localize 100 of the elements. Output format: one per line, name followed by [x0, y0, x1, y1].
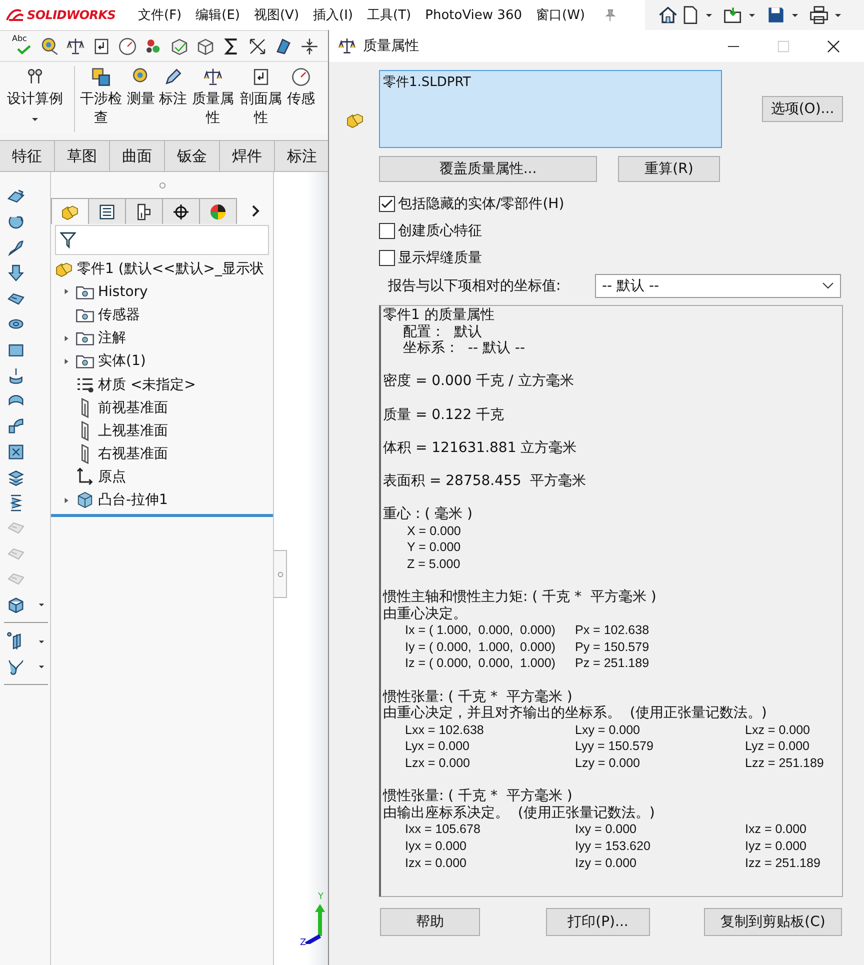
override-button[interactable]: 覆盖质量属性... [379, 156, 597, 182]
report-line: 质量 = 0.122 千克 [383, 406, 506, 424]
menu-item[interactable]: PhotoView 360 [425, 8, 522, 22]
caret-icon[interactable] [38, 638, 45, 645]
axis-label: Y [318, 892, 324, 902]
panel-collapse-handle[interactable] [274, 550, 287, 598]
expander-icon[interactable] [62, 334, 70, 342]
ribbon-button[interactable]: 干涉检查 [79, 66, 123, 128]
axis-label: Z [300, 938, 306, 948]
footer-button[interactable]: 复制到剪贴板(C) [704, 908, 842, 936]
recalculate-button[interactable]: 重算(R) [618, 156, 720, 182]
ribbon-button[interactable]: 传感 [287, 66, 315, 109]
report-value: Ixx = 105.678 [405, 821, 482, 838]
expander-icon[interactable] [62, 358, 70, 365]
ribbon-button[interactable]: 质量属性 [191, 66, 235, 128]
panel-tab[interactable] [199, 198, 237, 224]
tree-item[interactable]: 右视基准面 [98, 445, 168, 464]
report-value: Pz = 251.189 [575, 655, 650, 672]
report-line: 由输出座标系决定。 (使用正张量记数法。) [383, 804, 656, 822]
tree-item[interactable]: 原点 [98, 468, 126, 486]
menu-item[interactable]: 编辑(E) [196, 6, 240, 24]
selection-list[interactable]: 零件1.SLDPRT [379, 70, 722, 148]
report-line: 由重心决定。 [383, 606, 468, 622]
cube-icon [75, 490, 95, 510]
report-value: Ix = ( 1.000, 0.000, 0.000) [405, 622, 556, 639]
report-value: Py = 150.579 [575, 638, 650, 656]
report-value: Izy = 0.000 [575, 854, 638, 872]
list-item[interactable]: 零件1.SLDPRT [383, 75, 471, 90]
grip-icon[interactable] [158, 182, 166, 188]
tree-item[interactable]: History [98, 284, 148, 300]
footer-button[interactable]: 打印(P)... [546, 908, 650, 936]
report-value: Ixy = 0.000 [575, 821, 638, 838]
menu-item[interactable]: 窗口(W) [536, 6, 585, 24]
report-value: Lxy = 0.000 [575, 722, 641, 738]
command-tab[interactable]: 焊件 [220, 141, 275, 171]
command-tab[interactable]: 特征 [0, 141, 55, 171]
caret-icon[interactable] [748, 11, 756, 19]
expander-icon[interactable] [62, 288, 70, 296]
caret-icon[interactable] [38, 601, 45, 608]
ribbon-button[interactable]: 剖面属性 [239, 66, 283, 128]
app-logo: SOLIDWORKS [27, 8, 116, 22]
checkbox-label[interactable]: 创建质心特征 [398, 222, 482, 240]
tree-item[interactable]: 注解 [98, 329, 126, 348]
expander-icon[interactable] [62, 496, 70, 504]
menu-item[interactable]: 工具(T) [367, 6, 412, 24]
caret-icon[interactable] [38, 663, 45, 670]
checkbox[interactable] [379, 196, 395, 212]
report-line: 由重心决定，并且对齐输出的坐标系。 (使用正张量记数法。) [383, 705, 768, 722]
tree-item[interactable]: 凸台-拉伸1 [98, 491, 168, 510]
tree-item[interactable]: 前视基准面 [98, 398, 168, 417]
panel-tab[interactable] [88, 198, 126, 224]
command-tab[interactable]: 曲面 [110, 141, 165, 171]
checkbox[interactable] [379, 222, 395, 238]
ribbon-button[interactable]: 设计算例 [0, 66, 70, 123]
home-icon[interactable] [657, 4, 679, 26]
plane-icon [81, 398, 89, 418]
menu-item[interactable]: 文件(F) [138, 6, 182, 24]
options-button[interactable]: 选项(O)... [762, 96, 843, 122]
checkbox-label[interactable]: 显示焊缝质量 [398, 248, 482, 266]
tree-item[interactable]: 材质 <未指定> [98, 376, 196, 394]
coordinate-dropdown[interactable]: -- 默认 -- [595, 274, 841, 298]
printer-icon[interactable] [808, 4, 830, 26]
bent-pipe-icon[interactable] [6, 416, 26, 436]
filter-field[interactable] [55, 225, 269, 255]
tape-measure-icon[interactable] [39, 36, 60, 56]
tree-item[interactable]: 上视基准面 [98, 422, 168, 440]
caret-icon[interactable] [31, 115, 39, 123]
report-value: Ixz = 0.000 [745, 821, 808, 838]
checkbox[interactable] [379, 250, 395, 266]
tree-item[interactable]: 零件1 (默认<<默认>_显示状 [77, 260, 264, 278]
menu-item[interactable]: 视图(V) [254, 6, 300, 24]
footer-button[interactable]: 帮助 [380, 908, 480, 936]
caret-icon[interactable] [834, 11, 842, 19]
gauge-icon [290, 66, 312, 88]
tree-item[interactable]: 传感器 [98, 306, 140, 324]
rollback-bar[interactable] [51, 514, 273, 518]
report-value: Iz = ( 0.000, 0.000, 1.000) [405, 655, 556, 672]
ribbon-button[interactable]: 测量 [127, 66, 155, 109]
split-arrows-icon[interactable] [299, 36, 320, 56]
command-tab[interactable]: 草图 [55, 141, 110, 171]
menu-item[interactable]: 插入(I) [313, 6, 354, 24]
report-line: 体积 = 121631.881 立方毫米 [383, 440, 578, 456]
panel-tab[interactable] [125, 198, 163, 224]
close-icon[interactable] [827, 40, 840, 52]
report-value: Y = 0.000 [406, 539, 462, 556]
balance-scale-icon [202, 66, 224, 88]
tree-item[interactable]: 实体(1) [98, 352, 146, 370]
gauge-icon[interactable] [117, 36, 138, 56]
ribbon-button[interactable]: 标注 [159, 66, 187, 109]
filter-icon [60, 231, 76, 249]
command-tab[interactable]: 钣金 [165, 141, 220, 171]
report-value: Iyz = 0.000 [745, 838, 808, 855]
caret-icon[interactable] [791, 11, 799, 19]
caret-icon[interactable] [705, 11, 713, 19]
panel-tab[interactable] [162, 198, 200, 224]
checkbox-label[interactable]: 包括隐藏的实体/零部件(H) [398, 194, 564, 212]
pin-icon[interactable] [603, 8, 617, 22]
down-arrow-icon[interactable] [6, 263, 26, 284]
balance-scale-icon[interactable] [65, 36, 86, 56]
chevron-right-icon[interactable] [250, 204, 260, 218]
